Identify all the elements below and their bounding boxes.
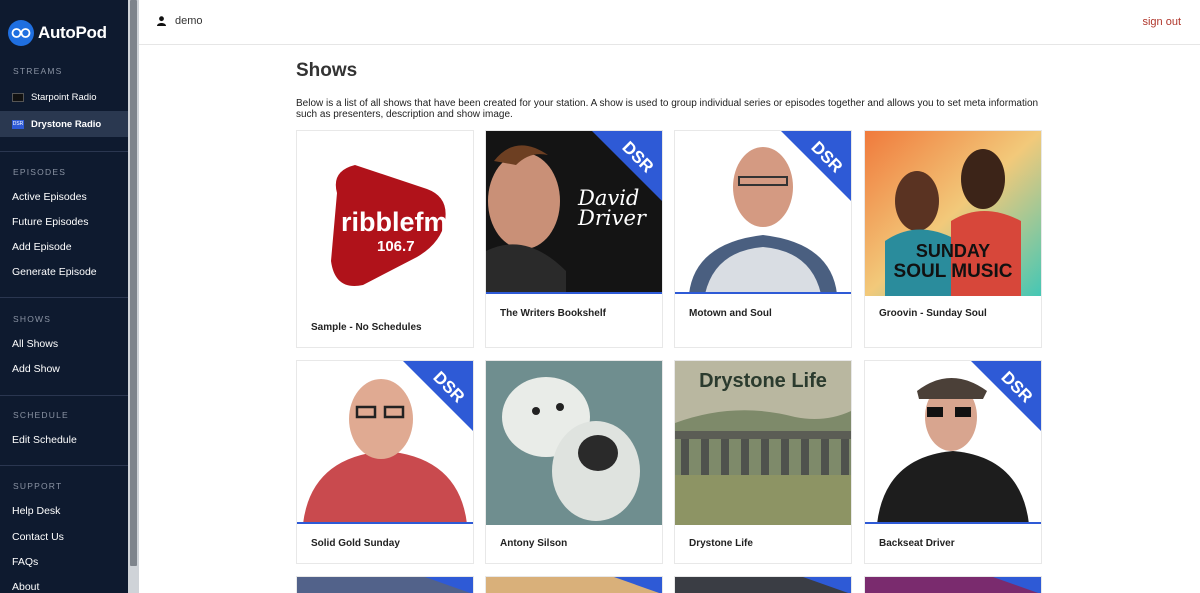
show-image [486,577,662,593]
dsr-corner-badge [803,577,851,593]
sidebar-item-faqs[interactable]: FAQs [0,549,128,575]
sidebar: AutoPod STREAMS Starpoint Radio DSR Drys… [0,0,139,593]
show-card[interactable]: Antony Silson [485,360,663,564]
stream-label: Drystone Radio [31,118,102,130]
image-text-2: Driver [577,206,648,230]
show-card[interactable]: ribblefm 106.7 Sample - No Schedules [296,130,474,348]
stream-item-drystone[interactable]: DSR Drystone Radio [0,111,128,137]
streams-section-label: STREAMS [13,66,63,76]
show-title[interactable]: Drystone Life [689,538,753,549]
divider [0,297,128,298]
image-text-1: ribblefm [341,207,448,237]
shows-section-label: SHOWS [13,314,52,324]
sidebar-item-future-episodes[interactable]: Future Episodes [0,209,128,235]
show-title[interactable]: Antony Silson [500,538,567,549]
user-menu[interactable]: demo [157,15,203,27]
user-icon [157,16,166,26]
divider [0,395,128,396]
ribblefm-logo: ribblefm 106.7 [331,165,448,286]
autopod-logo[interactable]: AutoPod [8,20,107,46]
show-image: Drystone Life [675,361,851,525]
show-card[interactable]: DSR Motown and Soul [674,130,852,348]
show-title[interactable]: Motown and Soul [689,308,772,319]
image-text-2: 106.7 [377,238,415,255]
logo-text: AutoPod [38,23,107,42]
episodes-section-label: EPISODES [13,167,67,177]
show-title[interactable]: The Writers Bookshelf [500,308,606,319]
support-section-label: SUPPORT [13,481,63,491]
username: demo [175,15,203,27]
sidebar-item-edit-schedule[interactable]: Edit Schedule [0,427,128,453]
show-card[interactable]: DSR Backseat Driver [864,360,1042,564]
accent-line [297,522,473,524]
page-description: Below is a list of all shows that have b… [296,98,1039,120]
show-image: DSR [297,361,473,524]
starpoint-radio-icon [12,92,24,102]
sidebar-item-help-desk[interactable]: Help Desk [0,498,128,524]
show-image: David Driver DSR [486,131,662,294]
image-text-1: SUNDAY [916,241,990,261]
dsr-corner-badge [993,577,1041,593]
show-card[interactable]: DSR Solid Gold Sunday [296,360,474,564]
top-bar: demo sign out [139,0,1200,45]
show-card[interactable]: David Driver DSR The Writers Bookshelf [485,130,663,348]
show-card[interactable]: SUNDAY SOUL MUSIC Groovin - Sunday Soul [864,130,1042,348]
dsr-corner-badge [425,577,473,593]
show-image [486,361,662,525]
accent-line [675,292,851,294]
show-image: DSR [675,131,851,294]
divider [0,465,128,466]
image-text-2: SOUL MUSIC [894,261,1013,282]
show-card[interactable] [864,576,1042,593]
show-title[interactable]: Solid Gold Sunday [311,538,400,549]
sidebar-item-about[interactable]: About [0,574,128,593]
show-title[interactable]: Sample - No Schedules [311,322,422,333]
stream-label: Starpoint Radio [31,91,97,103]
page-title: Shows [296,60,358,81]
show-card[interactable] [485,576,663,593]
schedule-section-label: SCHEDULE [13,410,69,420]
sidebar-item-add-episode[interactable]: Add Episode [0,234,128,260]
sidebar-item-generate-episode[interactable]: Generate Episode [0,259,128,285]
show-title[interactable]: Backseat Driver [879,538,955,549]
autopod-logo-icon [8,20,34,46]
scrollbar-thumb[interactable] [130,0,137,566]
show-title[interactable]: Groovin - Sunday Soul [879,308,987,319]
sidebar-item-active-episodes[interactable]: Active Episodes [0,184,128,210]
show-image: ribblefm 106.7 [297,131,473,311]
show-card[interactable] [674,576,852,593]
image-text-1: Drystone Life [699,370,827,392]
sign-out-link[interactable]: sign out [1142,16,1181,28]
show-card[interactable]: Drystone Life Drystone Life [674,360,852,564]
divider [0,151,128,152]
show-image [865,577,1041,593]
show-image: SUNDAY SOUL MUSIC [865,131,1041,296]
accent-line [486,292,662,294]
show-image: DSR [865,361,1041,524]
show-image [297,577,473,593]
dsr-logo-icon: DSR [12,119,24,129]
sidebar-item-all-shows[interactable]: All Shows [0,331,128,357]
show-image [675,577,851,593]
sidebar-item-add-show[interactable]: Add Show [0,356,128,382]
dsr-corner-badge [614,577,662,593]
sidebar-item-contact-us[interactable]: Contact Us [0,524,128,550]
show-card[interactable] [296,576,474,593]
accent-line [865,522,1041,524]
sidebar-scrollbar[interactable] [128,0,139,593]
stream-item-starpoint[interactable]: Starpoint Radio [0,84,128,110]
